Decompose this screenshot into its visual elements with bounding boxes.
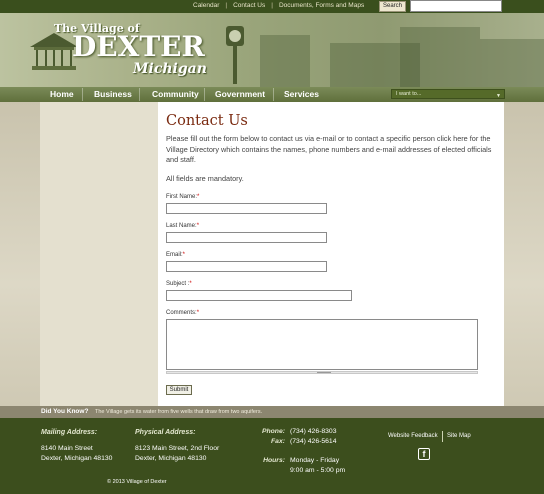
hours-line2: 9:00 am - 5:00 pm bbox=[290, 467, 346, 474]
phone-label: Phone: bbox=[261, 428, 285, 435]
search-button[interactable]: Search bbox=[379, 1, 406, 12]
logo-line-dexter: DEXTER bbox=[72, 30, 205, 63]
mandatory-note: All fields are mandatory. bbox=[166, 174, 244, 183]
last-name-label: Last Name:* bbox=[166, 223, 200, 229]
copyright: © 2013 Village of Dexter bbox=[107, 479, 167, 485]
documents-forms-maps-link[interactable]: Documents, Forms and Maps bbox=[279, 2, 364, 9]
textarea-resize-handle[interactable] bbox=[166, 371, 478, 374]
nav-item-government[interactable]: Government bbox=[215, 89, 265, 99]
nav-divider bbox=[139, 88, 140, 101]
mailing-address-heading: Mailing Address: bbox=[41, 429, 98, 436]
phone-value: (734) 426-8303 bbox=[290, 428, 337, 435]
nav-divider bbox=[82, 88, 83, 101]
intro-text: Please fill out the form below to contac… bbox=[166, 134, 492, 164]
main-nav: Home Business Community Government Servi… bbox=[0, 87, 544, 102]
physical-address-line2: Dexter, Michigan 48130 bbox=[135, 455, 207, 462]
site-map-link[interactable]: Site Map bbox=[447, 433, 471, 439]
left-column bbox=[40, 102, 158, 406]
hours-line1: Monday - Friday bbox=[290, 457, 340, 464]
email-label: Email:* bbox=[166, 252, 186, 258]
contact-form-panel: Contact Us Please fill out the form belo… bbox=[158, 102, 504, 406]
top-utility-bar: Calendar | Contact Us | Documents, Forms and… bbox=[0, 0, 544, 13]
i-want-to-dropdown[interactable]: I want to... ▼ bbox=[391, 89, 505, 99]
website-feedback-link[interactable]: Website Feedback bbox=[388, 433, 438, 439]
first-name-field[interactable] bbox=[166, 203, 327, 214]
footer: Mailing Address: 8140 Main Street Dexter… bbox=[0, 418, 544, 494]
subject-field[interactable] bbox=[166, 290, 352, 301]
subject-label: Subject :* bbox=[166, 281, 192, 287]
did-you-know-text: The Village gets its water from five wel… bbox=[95, 409, 263, 415]
town-clock-icon bbox=[226, 26, 244, 84]
physical-address-line1: 8123 Main Street, 2nd Floor bbox=[135, 445, 220, 452]
mailing-address-line1: 8140 Main Street bbox=[41, 445, 93, 452]
nav-divider bbox=[273, 88, 274, 101]
contact-us-link[interactable]: Contact Us bbox=[233, 2, 265, 9]
footer-link-divider bbox=[442, 431, 443, 442]
nav-item-business[interactable]: Business bbox=[94, 89, 132, 99]
calendar-link[interactable]: Calendar bbox=[193, 2, 219, 9]
fax-label: Fax: bbox=[271, 438, 285, 445]
comments-label: Comments:* bbox=[166, 310, 200, 316]
last-name-field[interactable] bbox=[166, 232, 327, 243]
search-input[interactable] bbox=[410, 0, 502, 12]
separator: | bbox=[271, 2, 273, 9]
facebook-icon[interactable]: f bbox=[418, 448, 430, 460]
header-banner: The Village of DEXTER Michigan bbox=[0, 13, 544, 87]
utility-links: Calendar | Contact Us | Documents, Forms and… bbox=[193, 2, 364, 9]
comments-textarea[interactable] bbox=[166, 319, 478, 370]
page-title: Contact Us bbox=[166, 113, 248, 129]
nav-item-services[interactable]: Services bbox=[284, 89, 319, 99]
right-margin bbox=[504, 102, 544, 406]
did-you-know-title: Did You Know? bbox=[41, 408, 89, 415]
chevron-down-icon: ▼ bbox=[496, 93, 501, 99]
separator: | bbox=[225, 2, 228, 9]
nav-item-community[interactable]: Community bbox=[152, 89, 199, 99]
nav-divider bbox=[204, 88, 205, 101]
dropdown-label: I want to... bbox=[396, 91, 422, 97]
mailing-address-line2: Dexter, Michigan 48130 bbox=[41, 455, 113, 462]
submit-button[interactable]: Submit bbox=[166, 385, 192, 395]
logo-line-michigan: Michigan bbox=[133, 61, 207, 77]
fax-value: (734) 426-5614 bbox=[290, 438, 337, 445]
first-name-label: First Name:* bbox=[166, 194, 200, 200]
physical-address-heading: Physical Address: bbox=[135, 429, 196, 436]
hours-label: Hours: bbox=[263, 457, 285, 464]
did-you-know-strip: Did You Know? The Village gets its water… bbox=[0, 406, 544, 418]
email-field[interactable] bbox=[166, 261, 327, 272]
nav-item-home[interactable]: Home bbox=[50, 89, 74, 99]
left-margin bbox=[0, 102, 40, 406]
